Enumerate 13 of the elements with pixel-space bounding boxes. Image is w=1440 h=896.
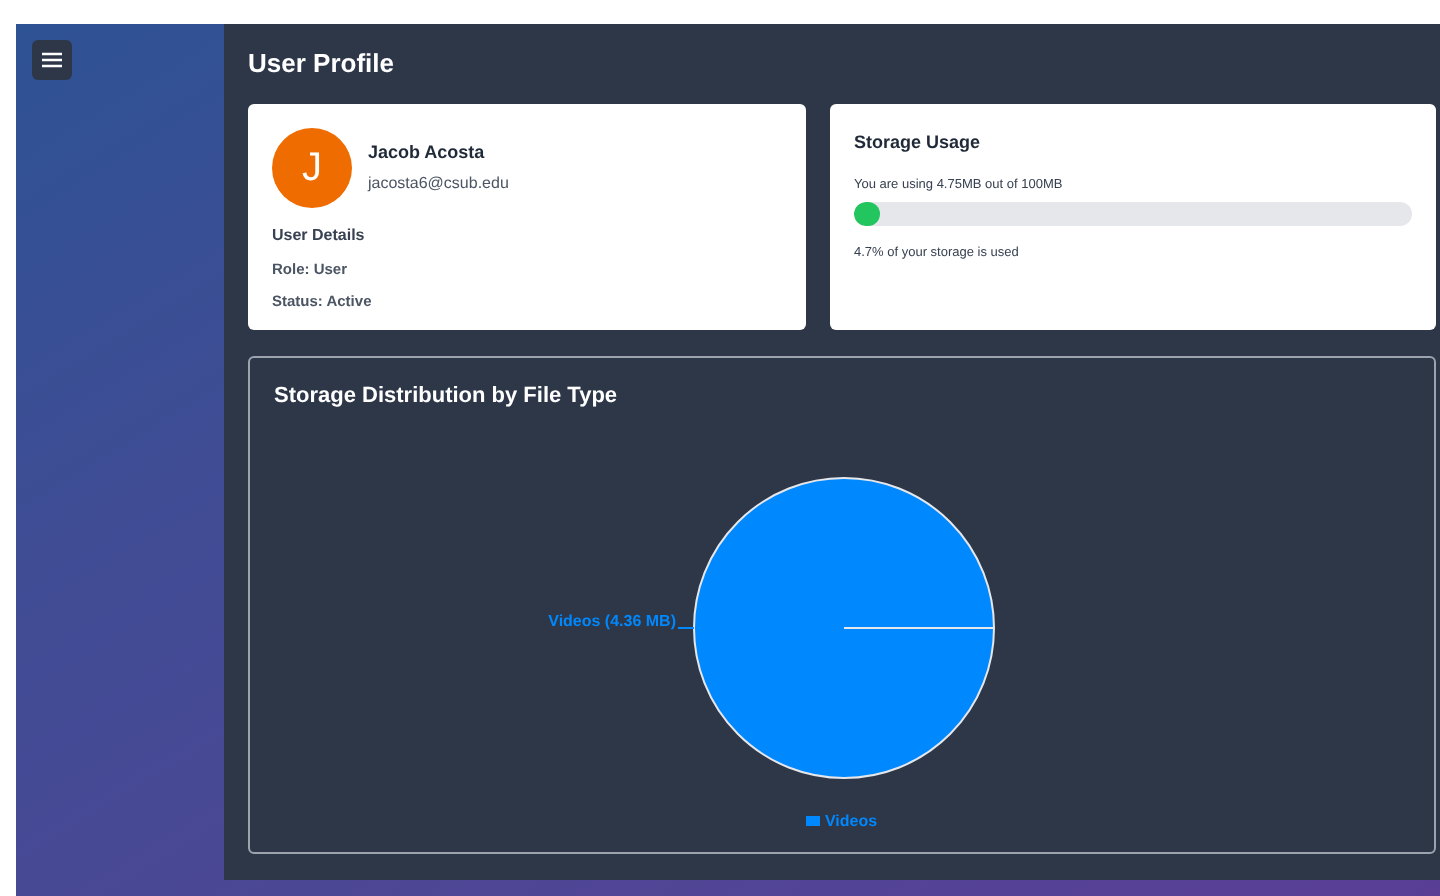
- details-heading: User Details: [272, 224, 367, 248]
- slice-label: Videos (4.36 MB): [548, 611, 676, 629]
- leader-line: [677, 626, 695, 628]
- storage-title: Storage Usage: [854, 130, 983, 156]
- menu-icon: [42, 52, 62, 68]
- legend-swatch: [806, 816, 821, 826]
- chart-title: Storage Distribution by File Type: [274, 382, 620, 412]
- page-title: User Profile: [248, 48, 396, 82]
- user-email: jacosta6@csub.edu: [368, 172, 509, 197]
- user-name: Jacob Acosta: [368, 139, 487, 166]
- avatar: J: [272, 128, 352, 208]
- legend-label: Videos: [824, 809, 878, 833]
- menu-button[interactable]: [32, 40, 72, 80]
